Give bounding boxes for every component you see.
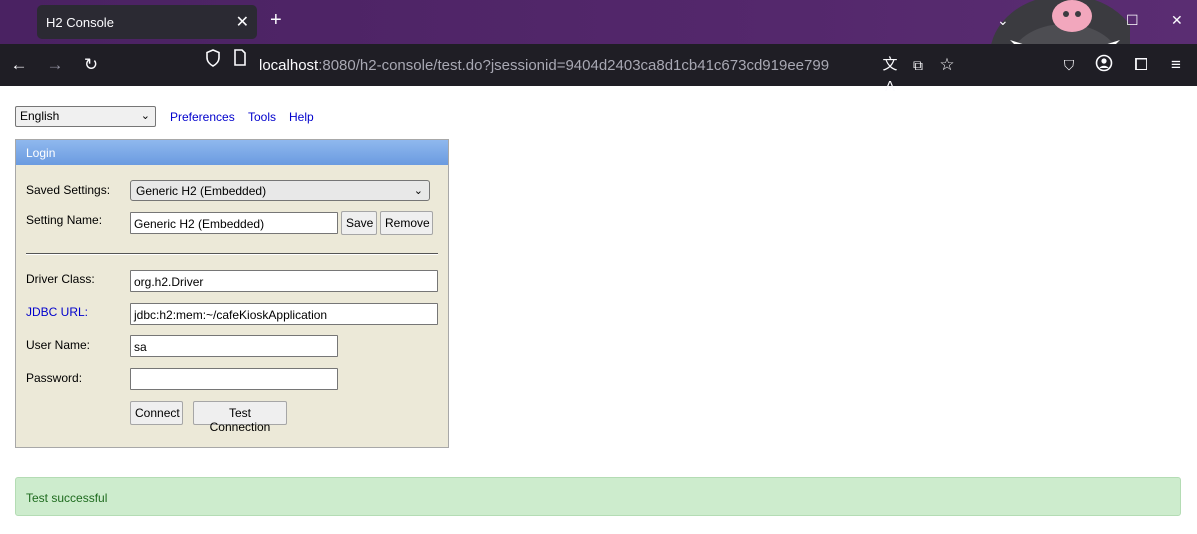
url-text[interactable]: localhost:8080/h2-console/test.do?jsessi… bbox=[259, 57, 829, 74]
remove-button[interactable]: Remove bbox=[380, 211, 433, 235]
page-icon[interactable] bbox=[229, 49, 251, 71]
new-tab-icon[interactable]: + bbox=[270, 10, 282, 30]
saved-settings-label: Saved Settings: bbox=[26, 183, 111, 197]
saved-settings-select[interactable]: Generic H2 (Embedded) ⌄ bbox=[130, 180, 430, 201]
list-tabs-icon[interactable]: ⌄ bbox=[997, 12, 1009, 29]
divider bbox=[26, 253, 438, 255]
extensions-icon[interactable]: ⧠ bbox=[1130, 54, 1152, 76]
url-bar[interactable]: localhost:8080/h2-console/test.do?jsessi… bbox=[196, 49, 856, 80]
back-icon[interactable]: ← bbox=[8, 54, 30, 76]
tab-bar: H2 Console ✕ + ⌄ ☐ ✕ bbox=[0, 0, 1197, 86]
driver-class-label: Driver Class: bbox=[26, 272, 95, 286]
chevron-down-icon: ⌄ bbox=[140, 110, 150, 122]
tab-title: H2 Console bbox=[46, 15, 114, 30]
tools-link[interactable]: Tools bbox=[248, 110, 276, 124]
jdbc-url-input[interactable]: jdbc:h2:mem:~/cafeKioskApplication bbox=[130, 303, 438, 325]
driver-class-input[interactable]: org.h2.Driver bbox=[130, 270, 438, 292]
forward-icon[interactable]: → bbox=[44, 54, 66, 76]
chevron-down-icon: ⌄ bbox=[413, 185, 423, 197]
page-translate-icon[interactable]: ⧉ bbox=[907, 54, 929, 76]
connect-button[interactable]: Connect bbox=[130, 401, 183, 425]
status-message: Test successful bbox=[15, 477, 1181, 516]
user-name-label: User Name: bbox=[26, 338, 91, 352]
preferences-link[interactable]: Preferences bbox=[170, 110, 235, 124]
password-input[interactable] bbox=[130, 368, 338, 390]
browser-tab[interactable]: H2 Console ✕ bbox=[37, 5, 257, 39]
saved-settings-value: Generic H2 (Embedded) bbox=[136, 184, 267, 198]
setting-name-input[interactable]: Generic H2 (Embedded) bbox=[130, 212, 338, 234]
h2-console-page: English ⌄ Preferences Tools Help Login S… bbox=[0, 86, 1197, 534]
reload-icon[interactable]: ↻ bbox=[80, 54, 102, 76]
menu-icon[interactable]: ≡ bbox=[1165, 54, 1187, 76]
help-link[interactable]: Help bbox=[289, 110, 314, 124]
user-name-input[interactable]: sa bbox=[130, 335, 338, 357]
close-tab-icon[interactable]: ✕ bbox=[236, 12, 249, 32]
login-panel: Login Saved Settings: Generic H2 (Embedd… bbox=[15, 139, 449, 448]
shield-icon[interactable] bbox=[202, 49, 224, 71]
password-label: Password: bbox=[26, 371, 83, 385]
save-button[interactable]: Save bbox=[341, 211, 377, 235]
translate-icon[interactable]: 文A bbox=[879, 54, 901, 95]
jdbc-url-label[interactable]: JDBC URL: bbox=[26, 305, 88, 319]
setting-name-label: Setting Name: bbox=[26, 213, 103, 227]
bookmark-star-icon[interactable]: ☆ bbox=[936, 54, 958, 76]
login-title: Login bbox=[16, 140, 448, 165]
close-window-icon[interactable]: ✕ bbox=[1171, 12, 1183, 29]
language-value: English bbox=[20, 109, 60, 123]
account-icon[interactable] bbox=[1093, 54, 1115, 76]
test-connection-button[interactable]: Test Connection bbox=[193, 401, 287, 434]
pocket-icon[interactable]: ⛉ bbox=[1058, 54, 1080, 76]
maximize-icon[interactable]: ☐ bbox=[1126, 12, 1139, 29]
navigation-bar: ← → ↻ localhost:8080/h2-console/test.do?… bbox=[0, 44, 1197, 95]
language-select[interactable]: English ⌄ bbox=[15, 106, 156, 127]
